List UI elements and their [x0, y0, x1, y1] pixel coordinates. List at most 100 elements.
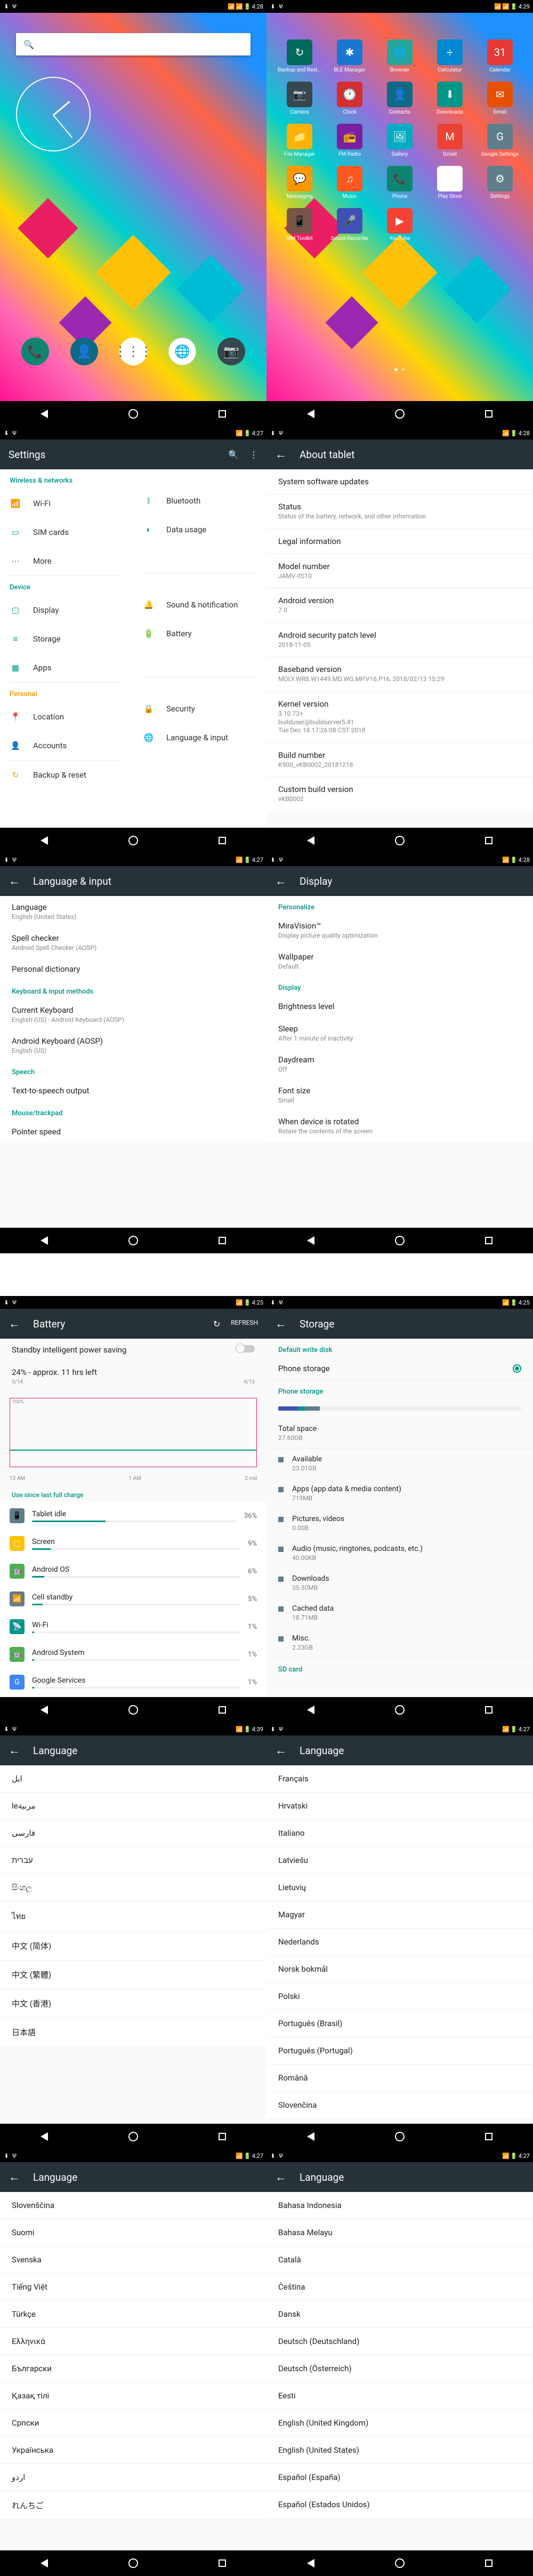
back-arrow-icon[interactable]: ← — [9, 1743, 20, 1757]
language-option[interactable]: Português (Brasil) — [266, 2010, 533, 2037]
app-browser[interactable]: 🌐Browser — [377, 39, 422, 73]
app-file-manager[interactable]: 📁File Manager — [277, 124, 322, 157]
language-option[interactable]: Deutsch (Deutschland) — [266, 2328, 533, 2355]
app-fm-radio[interactable]: 📻FM Radio — [327, 124, 372, 157]
brightness-row[interactable]: Brightness level — [266, 995, 533, 1018]
language-option[interactable]: עברית — [0, 1847, 266, 1874]
language-option[interactable]: Magyar — [266, 1901, 533, 1929]
recents-button[interactable] — [216, 2130, 229, 2143]
back-button[interactable] — [38, 2557, 51, 2570]
pointer-row[interactable]: Pointer speed — [0, 1121, 266, 1143]
app-settings[interactable]: ⚙Settings — [478, 166, 522, 199]
back-button[interactable] — [304, 1234, 317, 1247]
recents-button[interactable] — [482, 2130, 495, 2143]
storage-row[interactable]: ≡Storage — [0, 625, 133, 653]
lang-row[interactable]: 🌐Language & input — [133, 723, 266, 752]
camera-app-icon[interactable]: 📷 — [217, 338, 245, 365]
recents-button[interactable] — [216, 834, 229, 847]
language-option[interactable]: Eesti — [266, 2382, 533, 2410]
home-button[interactable] — [393, 407, 406, 420]
back-arrow-icon[interactable]: ← — [275, 1317, 287, 1331]
data-row[interactable]: ◐Data usage — [133, 515, 266, 544]
language-option[interactable]: Català — [266, 2246, 533, 2274]
app-gallery[interactable]: 🖼Gallery — [377, 124, 422, 157]
sim-row[interactable]: ▭SIM cards — [0, 518, 133, 547]
app-youtube[interactable]: ▶YouTube — [377, 208, 422, 242]
battery-item[interactable]: ▢ Screen 9% — [0, 1530, 266, 1557]
home-button[interactable] — [393, 834, 406, 847]
legal-row[interactable]: Legal information — [266, 529, 533, 554]
bluetooth-row[interactable]: ᛒBluetooth — [133, 486, 266, 515]
battery-item[interactable]: 🤖 Android OS 6% — [0, 1557, 266, 1585]
language-option[interactable]: Latviešu — [266, 1847, 533, 1874]
apps-row[interactable]: Apps (app data & media content)719MB — [266, 1478, 533, 1508]
back-button[interactable] — [304, 407, 317, 420]
phone-storage-radio[interactable]: Phone storage — [266, 1357, 533, 1380]
language-option[interactable]: 中文 (香港) — [0, 1989, 266, 2018]
language-option[interactable]: Norsk bokmål — [266, 1956, 533, 1983]
language-option[interactable]: Bahasa Melayu — [266, 2219, 533, 2246]
battery-item[interactable]: 📶 Cell standby 5% — [0, 1585, 266, 1613]
back-arrow-icon[interactable]: ← — [275, 2170, 287, 2184]
language-option[interactable]: සිංහල — [0, 1874, 266, 1901]
language-option[interactable]: Svenska — [0, 2246, 266, 2274]
standby-row[interactable]: Standby intelligent power saving — [0, 1339, 266, 1361]
dict-row[interactable]: Personal dictionary — [0, 958, 266, 980]
app-backup-and-rest-[interactable]: ↻Backup and Rest... — [277, 39, 322, 73]
recents-button[interactable] — [216, 407, 229, 420]
back-button[interactable] — [304, 2130, 317, 2143]
language-option[interactable]: Српски — [0, 2410, 266, 2437]
tts-row[interactable]: Text-to-speech output — [0, 1079, 266, 1102]
home-button[interactable] — [393, 2557, 406, 2570]
home-button[interactable] — [393, 1234, 406, 1247]
refresh-icon[interactable]: ↻ — [213, 1319, 220, 1329]
language-option[interactable]: 日本語 — [0, 2018, 266, 2047]
battery-chart[interactable]: 100% — [10, 1398, 257, 1467]
language-option[interactable]: فارسی — [0, 1820, 266, 1847]
language-option[interactable]: اردو — [0, 2464, 266, 2491]
language-option[interactable]: 中文 (简体) — [0, 1932, 266, 1961]
app-calculator[interactable]: ÷Calculator — [427, 39, 472, 73]
refresh-button[interactable]: REFRESH — [231, 1319, 258, 1329]
language-option[interactable]: Slovenčina — [266, 2092, 533, 2119]
android-kb-row[interactable]: Android Keyboard (AOSP)English (US) — [0, 1030, 266, 1061]
language-option[interactable]: ایل — [0, 1765, 266, 1793]
app-play-store[interactable]: ▶Play Store — [427, 166, 472, 199]
home-button[interactable] — [393, 1703, 406, 1716]
miravision-row[interactable]: MiraVision™Display picture quality optim… — [266, 915, 533, 946]
home-button[interactable] — [127, 834, 140, 847]
recents-button[interactable] — [482, 2557, 495, 2570]
app-phone[interactable]: 📞Phone — [377, 166, 422, 199]
audio-row[interactable]: Audio (music, ringtones, podcasts, etc.)… — [266, 1538, 533, 1568]
version-row[interactable]: Android version7.0 — [266, 588, 533, 622]
app-messaging[interactable]: 💬Messaging — [277, 166, 322, 199]
daydream-row[interactable]: DaydreamOff — [266, 1049, 533, 1079]
accounts-row[interactable]: 👤Accounts — [0, 731, 133, 760]
back-button[interactable] — [38, 834, 51, 847]
language-option[interactable]: Polski — [266, 1983, 533, 2010]
recents-button[interactable] — [216, 1703, 229, 1716]
language-option[interactable]: Español (Estados Unidos) — [266, 2491, 533, 2518]
back-arrow-icon[interactable]: ← — [9, 2170, 20, 2184]
app-sound-recorder[interactable]: 🎤Sound Recorder — [327, 208, 372, 242]
app-gmail[interactable]: MGmail — [427, 124, 472, 157]
language-option[interactable]: Қазақ тілі — [0, 2382, 266, 2410]
wallpaper-row[interactable]: WallpaperDefault — [266, 946, 533, 977]
language-option[interactable]: Türkçe — [0, 2301, 266, 2328]
analog-clock-widget[interactable] — [16, 77, 91, 151]
back-button[interactable] — [38, 2130, 51, 2143]
back-arrow-icon[interactable]: ← — [9, 1317, 20, 1331]
search-widget[interactable]: 🔍 — [16, 33, 251, 55]
app-ble-manager[interactable]: ✱BLE Manager — [327, 39, 372, 73]
back-arrow-icon[interactable]: ← — [275, 874, 287, 888]
font-row[interactable]: Font sizeSmall — [266, 1079, 533, 1110]
language-option[interactable]: 中文 (繁體) — [0, 1961, 266, 1989]
language-option[interactable]: Español (España) — [266, 2464, 533, 2491]
spell-row[interactable]: Spell checkerAndroid Spell Checker (AOSP… — [0, 927, 266, 958]
language-option[interactable]: Ελληνικά — [0, 2328, 266, 2355]
app-camera[interactable]: 📷Camera — [277, 82, 322, 115]
language-option[interactable]: Čeština — [266, 2274, 533, 2301]
display-row[interactable]: ▢Display — [0, 596, 133, 625]
home-button[interactable] — [127, 1234, 140, 1247]
language-option[interactable]: Français — [266, 1765, 533, 1793]
